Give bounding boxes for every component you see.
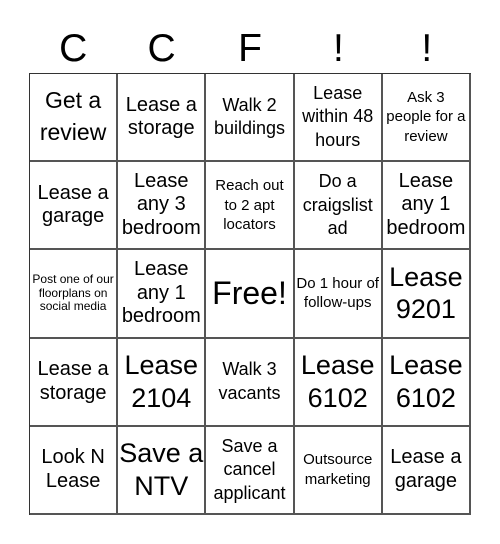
bingo-grid: Get a review Lease a storage Walk 2 buil…	[29, 73, 471, 515]
bingo-cell[interactable]: Lease a storage	[118, 74, 207, 163]
bingo-cell[interactable]: Do a craigslist ad	[294, 162, 383, 251]
cell-text: Post one of our floorplans on social med…	[32, 271, 114, 314]
cell-text: Reach out to 2 apt locators	[215, 177, 284, 234]
bingo-cell[interactable]: Save a cancel applicant	[206, 426, 295, 515]
bingo-cell[interactable]: Lease 6102	[294, 338, 383, 427]
bingo-cell[interactable]: Lease any 1 bedroom	[118, 250, 207, 339]
bingo-cell[interactable]: Get a review	[30, 74, 119, 163]
bingo-cell[interactable]: Walk 2 buildings	[206, 74, 295, 163]
cell-text: Lease 6102	[300, 349, 375, 413]
header-letter-3: F	[238, 27, 262, 70]
header-letter-2: C	[147, 27, 176, 70]
cell-text: Walk 2 buildings	[213, 94, 286, 139]
bingo-cell[interactable]: Lease within 48 hours	[294, 74, 383, 163]
cell-text: Outsource marketing	[303, 451, 373, 488]
bingo-cell[interactable]: Reach out to 2 apt locators	[206, 162, 295, 251]
cell-text: Do a craigslist ad	[302, 171, 373, 238]
cell-text: Lease 9201	[389, 261, 463, 325]
cell-text: Look N Lease	[41, 446, 105, 492]
bingo-cell[interactable]: Lease 2104	[118, 338, 207, 427]
bingo-header: C C F ! !	[29, 24, 471, 74]
bingo-cell[interactable]: Ask 3 people for a review	[382, 74, 471, 163]
bingo-cell[interactable]: Post one of our floorplans on social med…	[30, 250, 119, 339]
bingo-cell[interactable]: Lease a storage	[30, 338, 119, 427]
bingo-cell[interactable]: Lease a garage	[30, 162, 119, 251]
bingo-cell[interactable]: Lease any 1 bedroom	[382, 162, 471, 251]
bingo-cell[interactable]: Walk 3 vacants	[206, 338, 295, 427]
header-letter-4: !	[332, 27, 344, 70]
cell-text: Do 1 hour of follow-ups	[296, 274, 379, 312]
cell-text: Ask 3 people for a review	[386, 88, 466, 145]
bingo-cell-free[interactable]: Free!	[206, 250, 295, 339]
bingo-cell[interactable]: Look N Lease	[30, 426, 119, 515]
cell-text: Save a cancel applicant	[213, 435, 286, 503]
cell-text: Lease 2104	[124, 349, 199, 413]
cell-text: Lease any 1 bedroom	[121, 258, 201, 328]
cell-text: Lease within 48 hours	[302, 83, 374, 150]
bingo-cell[interactable]: Lease 9201	[382, 250, 471, 339]
cell-text: Walk 3 vacants	[218, 359, 281, 403]
cell-text: Free!	[212, 274, 287, 311]
cell-text: Lease a garage	[37, 181, 109, 228]
cell-text: Lease any 1 bedroom	[386, 169, 466, 240]
cell-text: Get a review	[39, 87, 107, 146]
bingo-cell[interactable]: Lease any 3 bedroom	[118, 162, 207, 251]
bingo-cell[interactable]: Save a NTV	[118, 426, 207, 515]
cell-text: Lease a storage	[37, 358, 109, 404]
cell-text: Lease 6102	[389, 349, 463, 413]
header-letter-1: C	[59, 27, 88, 70]
cell-text: Lease a garage	[390, 446, 462, 492]
cell-text: Save a NTV	[119, 437, 204, 501]
bingo-cell[interactable]: Lease 6102	[382, 338, 471, 427]
header-letter-5: !	[421, 27, 433, 70]
bingo-cell[interactable]: Lease a garage	[382, 426, 471, 515]
cell-text: Lease a storage	[125, 93, 197, 140]
bingo-cell[interactable]: Do 1 hour of follow-ups	[294, 250, 383, 339]
bingo-cell[interactable]: Outsource marketing	[294, 426, 383, 515]
cell-text: Lease any 3 bedroom	[121, 169, 201, 240]
